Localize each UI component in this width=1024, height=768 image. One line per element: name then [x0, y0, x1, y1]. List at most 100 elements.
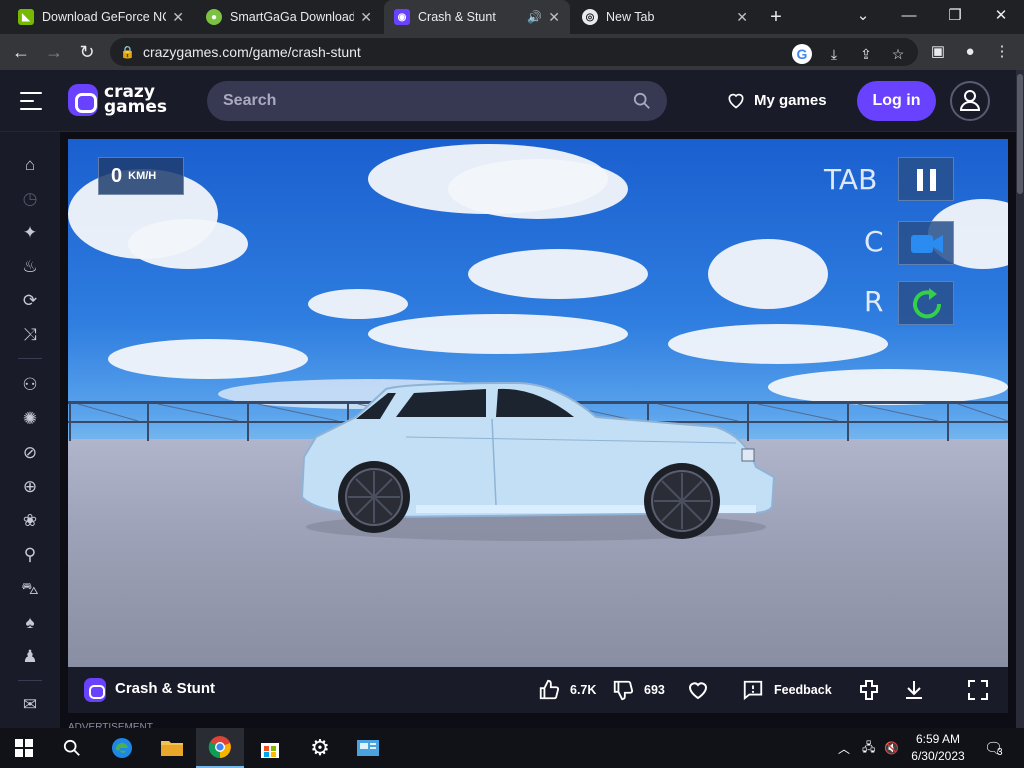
taskbar-settings[interactable]: ⚙ [296, 728, 344, 768]
reset-button[interactable] [898, 281, 954, 325]
reload-button[interactable]: ↻ [74, 39, 100, 65]
taskbar-store[interactable] [246, 728, 294, 768]
volume-tray[interactable]: 🔇 [884, 728, 899, 768]
bike-icon[interactable]: ⚲ [19, 544, 41, 566]
close-icon[interactable]: ✕ [360, 9, 372, 26]
download-icon[interactable] [902, 678, 926, 702]
menu-toggle-icon[interactable] [20, 90, 44, 112]
user-avatar-button[interactable] [950, 81, 990, 121]
sidebar-divider [18, 680, 42, 681]
car [300, 381, 776, 541]
page-scrollbar[interactable] [1016, 70, 1024, 728]
menu-dots-icon[interactable]: ⋮ [990, 40, 1014, 64]
sidebar-divider [18, 358, 42, 359]
install-app-icon[interactable]: ⤓ [824, 44, 844, 64]
pause-button[interactable] [898, 157, 954, 201]
cloud [668, 324, 888, 364]
close-icon[interactable]: ✕ [172, 9, 184, 26]
login-button[interactable]: Log in [857, 81, 936, 121]
show-hidden-icons[interactable]: ︿ [838, 728, 850, 768]
tab-geforce-now[interactable]: ◣ Download GeForce NOW ✕ [8, 0, 194, 34]
basketball-icon[interactable]: ⊕ [19, 476, 41, 498]
mail-icon[interactable]: ✉ [19, 694, 41, 716]
cloud [368, 314, 628, 354]
beauty-flower-icon[interactable]: ❀ [19, 510, 41, 532]
share-icon[interactable]: ⇪ [856, 44, 876, 64]
tab-smartgaga[interactable]: ● SmartGaGa Download ✕ [196, 0, 382, 34]
system-clock[interactable]: 6:59 AM 6/30/2023 [900, 731, 976, 765]
my-games-link[interactable]: My games [726, 90, 827, 110]
google-lens-icon[interactable]: G [792, 44, 812, 64]
search-bar [207, 81, 667, 121]
home-icon[interactable]: ⌂ [19, 154, 41, 176]
minimize-button[interactable]: — [886, 0, 932, 34]
lock-icon[interactable]: 🔒 [120, 45, 135, 59]
dislike-button[interactable]: 693 [612, 679, 665, 701]
close-icon[interactable]: ✕ [736, 9, 748, 26]
cloud [108, 339, 308, 379]
back-button[interactable]: ← [8, 39, 34, 65]
chrome-icon [208, 736, 231, 759]
game-canvas[interactable]: 0 KM/H TAB C R [68, 139, 1008, 667]
bookmark-star-icon[interactable]: ☆ [888, 44, 908, 64]
camera-button[interactable] [898, 221, 954, 265]
embed-icon[interactable] [857, 678, 881, 702]
feedback-button[interactable]: Feedback [742, 679, 832, 701]
start-button[interactable] [0, 728, 48, 768]
new-games-icon[interactable]: ✦ [19, 222, 41, 244]
speedometer: 0 KM/H [98, 157, 184, 195]
heart-icon [728, 93, 744, 109]
fullscreen-icon[interactable] [966, 678, 990, 702]
network-icon: 🖧 [862, 739, 876, 754]
crazygames-logo[interactable]: crazy games [68, 84, 167, 116]
notification-count: 3 [997, 746, 1003, 758]
card-icon[interactable]: ♠ [19, 612, 41, 634]
close-icon[interactable]: ✕ [548, 9, 560, 26]
game-footer-bar: Crash & Stunt 6.7K 693 Feedback [68, 667, 1008, 713]
address-bar[interactable]: 🔒 crazygames.com/game/crash-stunt G ⤓ ⇪ … [110, 38, 918, 66]
close-window-button[interactable]: ✕ [978, 0, 1024, 34]
new-tab-button[interactable]: + [764, 6, 788, 28]
nvidia-icon: ◣ [18, 9, 34, 25]
tab-crash-stunt[interactable]: ◉ Crash & Stunt 🔊 ✕ [384, 0, 570, 34]
reset-icon [913, 288, 942, 319]
trending-fire-icon[interactable]: ♨ [19, 256, 41, 278]
car-wheel-rear [338, 461, 410, 533]
taskbar-edge[interactable] [98, 728, 146, 768]
tab-search-icon[interactable]: ⌄ [840, 0, 886, 34]
profile-icon[interactable]: ● [958, 40, 982, 64]
casual-icon[interactable]: ♟ [19, 646, 41, 668]
favorite-heart-icon[interactable] [686, 678, 710, 702]
search-icon[interactable] [633, 92, 651, 110]
taskbar-file-explorer[interactable] [148, 728, 196, 768]
side-panel-icon[interactable]: ▣ [926, 40, 950, 64]
network-tray[interactable]: 🖧 [862, 728, 875, 768]
taskbar-control-panel[interactable] [344, 728, 392, 768]
volume-muted-icon: 🔇 [884, 741, 899, 755]
user-icon [959, 90, 981, 111]
logo-text: crazy games [104, 84, 168, 117]
scrollbar-thumb[interactable] [1017, 74, 1023, 194]
action-icon[interactable]: ✺ [19, 408, 41, 430]
control-panel-icon [357, 740, 379, 756]
logo-line2: games [104, 97, 168, 117]
forward-button[interactable]: → [41, 39, 67, 65]
recent-icon[interactable]: ◷ [19, 188, 41, 210]
game-container: 0 KM/H TAB C R Crash & Stunt 6.7K 693 Fe… [60, 132, 1016, 733]
taskbar-search-button[interactable] [48, 728, 96, 768]
notification-center[interactable]: 🗨 3 [984, 728, 1003, 768]
search-input[interactable] [223, 81, 623, 121]
speaker-icon[interactable]: 🔊 [527, 10, 542, 24]
game-title: Crash & Stunt [115, 680, 216, 697]
random-shuffle-icon[interactable]: ⤨ [19, 324, 41, 346]
updated-icon[interactable]: ⟳ [19, 290, 41, 312]
car-icon[interactable]: ⛍ [19, 578, 41, 600]
taskbar-chrome[interactable] [196, 728, 244, 768]
store-bag-icon [261, 743, 279, 758]
folder-icon [161, 741, 183, 756]
tab-new-tab[interactable]: ◎ New Tab ✕ [572, 0, 758, 34]
two-player-icon[interactable]: ⚇ [19, 374, 41, 396]
adventure-compass-icon[interactable]: ⊘ [19, 442, 41, 464]
like-button[interactable]: 6.7K [538, 679, 596, 701]
restore-button[interactable]: ❐ [932, 0, 978, 34]
